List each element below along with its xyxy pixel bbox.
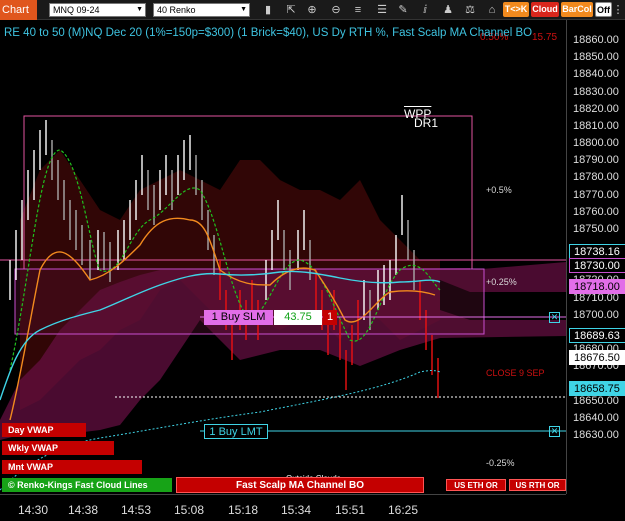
buy-slm-order-qty[interactable]: 1 — [323, 310, 337, 325]
price-tick: 18700.00 — [573, 308, 619, 321]
price-tick: 18800.00 — [573, 137, 619, 150]
price-tick: 18810.00 — [573, 119, 619, 132]
pointer-icon[interactable]: ⇱ — [284, 3, 298, 17]
price-tick: 18780.00 — [573, 171, 619, 184]
menu-icon[interactable]: ⋮ — [612, 3, 624, 17]
price-tick: 18840.00 — [573, 68, 619, 81]
bar-chart-icon[interactable]: ▮ — [261, 3, 275, 17]
time-tick: 14:30 — [18, 503, 49, 517]
buy-lmt-order-label[interactable]: 1 Buy LMT — [204, 424, 268, 439]
pct-plus-025-label: +0.25% — [486, 277, 517, 287]
price-tick: 18760.00 — [573, 205, 619, 218]
us-rth-or-button[interactable]: US RTH OR — [509, 479, 566, 491]
price-tick: 18830.00 — [573, 85, 619, 98]
price-flag: 18738.16 — [569, 244, 625, 260]
price-tick: 18820.00 — [573, 102, 619, 115]
title-overlap-value: 15.75 — [532, 32, 558, 43]
pct-plus-05-label: +0.5% — [486, 185, 512, 195]
cloud-button[interactable]: Cloud — [531, 2, 559, 17]
price-tick: 18850.00 — [573, 51, 619, 64]
chevron-down-icon: ▼ — [136, 6, 143, 13]
close-order-icon[interactable]: ✕ — [549, 426, 560, 437]
fast-scalp-button[interactable]: Fast Scalp MA Channel BO — [176, 477, 424, 493]
close-order-icon[interactable]: ✕ — [549, 312, 560, 323]
buy-slm-order-label[interactable]: 1 Buy SLM — [204, 310, 273, 325]
instrument-value: MNQ 09-24 — [53, 5, 100, 15]
chart-title: RE 40 to 50 (M)NQ Dec 20 (1%=150p=$300) … — [4, 27, 533, 39]
pct-minus-025-label: -0.25% — [486, 458, 515, 468]
mnt-vwap-button[interactable]: Mnt VWAP — [2, 460, 142, 474]
buy-slm-order-value[interactable]: 43.75 — [274, 310, 322, 325]
templates-icon[interactable]: ☰ — [375, 3, 389, 17]
price-tick: 18750.00 — [573, 222, 619, 235]
fast-cloud-lines-button[interactable]: © Renko-Kings Fast Cloud Lines — [2, 478, 172, 492]
time-tick: 15:51 — [335, 503, 366, 517]
price-flag: 18676.50 — [569, 350, 625, 366]
bar-type-value: 40 Renko — [157, 5, 196, 15]
bar-type-select[interactable]: 40 Renko ▼ — [153, 3, 250, 17]
price-tick: 18790.00 — [573, 154, 619, 167]
time-tick: 14:53 — [121, 503, 152, 517]
us-eth-or-button[interactable]: US ETH OR — [446, 479, 506, 491]
price-tick: 18860.00 — [573, 34, 619, 46]
indicators-icon[interactable]: ⅈ — [418, 3, 432, 17]
day-vwap-button[interactable]: Day VWAP — [2, 423, 86, 437]
price-tick: 18640.00 — [573, 411, 619, 424]
chevron-down-icon: ▼ — [240, 6, 247, 13]
off-button[interactable]: Off — [595, 2, 612, 17]
chart-tab[interactable]: Chart — [0, 0, 37, 20]
attach-icon[interactable]: ⌂ — [485, 3, 499, 17]
dr1-label: DR1 — [414, 116, 439, 130]
barcol-button[interactable]: BarCol — [561, 2, 593, 17]
time-tick: 15:08 — [174, 503, 205, 517]
properties-icon[interactable]: ≡ — [351, 3, 365, 17]
price-tick: 18770.00 — [573, 188, 619, 201]
price-axis[interactable]: 18860.00 18850.00 18840.00 18830.00 18820.00… — [566, 20, 625, 494]
time-tick: 14:38 — [68, 503, 99, 517]
time-tick: 16:25 — [388, 503, 419, 517]
price-tick: 18630.00 — [573, 429, 619, 442]
price-flag: 18689.63 — [569, 327, 625, 343]
zoom-out-icon[interactable]: ⊖ — [329, 3, 343, 17]
price-flag: 18718.00 — [569, 278, 625, 294]
zoom-in-icon[interactable]: ⊕ — [305, 3, 319, 17]
instrument-select[interactable]: MNQ 09-24 ▼ — [49, 3, 146, 17]
price-flag: 18658.75 — [569, 380, 625, 396]
close-label: CLOSE 9 SEP — [486, 368, 545, 378]
toolbar: Chart MNQ 09-24 ▼ 40 Renko ▼ ▮ ⇱ ⊕ ⊖ ≡ ☰… — [0, 0, 625, 20]
time-tick: 15:18 — [228, 503, 259, 517]
wkly-vwap-button[interactable]: Wkly VWAP — [2, 441, 114, 455]
time-axis[interactable]: 14:30 14:38 14:53 15:08 15:18 15:34 15:5… — [0, 494, 566, 521]
chart-trader-icon[interactable]: ⚖ — [463, 3, 477, 17]
drawing-tools-icon[interactable]: ✎ — [396, 3, 410, 17]
time-tick: 15:34 — [281, 503, 312, 517]
price-flag: 18730.00 — [569, 258, 625, 274]
strategies-icon[interactable]: ♟ — [441, 3, 455, 17]
tk-button[interactable]: T<>K — [503, 2, 529, 17]
